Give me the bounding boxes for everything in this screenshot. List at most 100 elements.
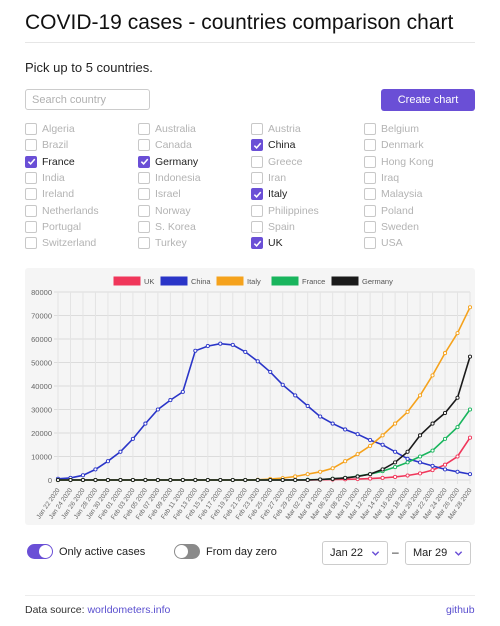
country-option-germany[interactable]: Germany — [138, 155, 198, 169]
data-point-china — [293, 393, 298, 398]
country-checkbox[interactable] — [251, 171, 263, 184]
create-chart-button[interactable]: Create chart — [381, 89, 475, 111]
data-point-china — [93, 467, 98, 472]
country-option-poland[interactable]: Poland — [364, 204, 414, 218]
country-checkbox[interactable] — [251, 237, 263, 250]
worldometers-link[interactable]: worldometers.info — [87, 604, 170, 616]
data-point-france — [405, 460, 410, 465]
country-option-uk[interactable]: UK — [251, 236, 283, 250]
country-checkbox[interactable] — [251, 220, 263, 233]
data-point-uk — [418, 471, 423, 476]
country-checkbox[interactable] — [138, 204, 150, 217]
country-checkbox[interactable] — [251, 123, 263, 135]
country-option-hong-kong[interactable]: Hong Kong — [364, 155, 434, 169]
country-checkbox[interactable] — [138, 237, 150, 250]
country-checkbox[interactable] — [25, 237, 37, 250]
country-checkbox[interactable] — [25, 155, 37, 168]
search-country-input[interactable] — [25, 89, 150, 110]
country-checkbox[interactable] — [138, 188, 150, 201]
legend-label: China — [191, 277, 211, 286]
country-checkbox[interactable] — [251, 204, 263, 217]
country-checkbox[interactable] — [138, 220, 150, 233]
data-point-italy — [393, 421, 398, 426]
country-option-france[interactable]: France — [25, 155, 75, 169]
country-option-belgium[interactable]: Belgium — [364, 122, 419, 136]
country-checkbox[interactable] — [364, 237, 376, 250]
active-cases-toggle[interactable]: Only active cases — [27, 544, 145, 559]
country-label: UK — [268, 237, 283, 250]
data-point-china — [168, 398, 173, 403]
data-point-uk — [380, 475, 385, 480]
country-option-ireland[interactable]: Ireland — [25, 187, 74, 201]
country-checkbox[interactable] — [138, 123, 150, 135]
country-option-malaysia[interactable]: Malaysia — [364, 187, 422, 201]
active-cases-switch[interactable] — [27, 544, 53, 559]
country-label: Switzerland — [42, 237, 97, 250]
country-checkbox[interactable] — [364, 139, 376, 152]
country-label: Israel — [155, 188, 181, 201]
country-checkbox[interactable] — [364, 123, 376, 135]
country-checkbox[interactable] — [25, 220, 37, 233]
country-checkbox-grid: Algeria Brazil France India Ireland Netherlan… — [25, 122, 475, 252]
country-checkbox[interactable] — [25, 123, 37, 135]
country-checkbox[interactable] — [138, 155, 150, 168]
country-option-s-korea[interactable]: S. Korea — [138, 220, 196, 234]
y-tick-label: 60000 — [31, 335, 52, 344]
country-checkbox[interactable] — [25, 188, 37, 201]
country-option-sweden[interactable]: Sweden — [364, 220, 419, 234]
country-option-switzerland[interactable]: Switzerland — [25, 236, 96, 250]
country-option-norway[interactable]: Norway — [138, 204, 191, 218]
country-option-iraq[interactable]: Iraq — [364, 171, 399, 185]
country-option-china[interactable]: China — [251, 138, 295, 152]
country-checkbox[interactable] — [25, 171, 37, 184]
country-option-usa[interactable]: USA — [364, 236, 403, 250]
country-checkbox[interactable] — [364, 220, 376, 233]
data-point-china — [105, 459, 110, 464]
country-checkbox[interactable] — [364, 188, 376, 201]
country-option-israel[interactable]: Israel — [138, 187, 181, 201]
country-checkbox[interactable] — [364, 171, 376, 184]
country-checkbox[interactable] — [251, 139, 263, 152]
country-checkbox[interactable] — [25, 204, 37, 217]
country-option-austria[interactable]: Austria — [251, 122, 301, 136]
country-option-italy[interactable]: Italy — [251, 187, 287, 201]
country-checkbox[interactable] — [251, 188, 263, 201]
data-point-china — [218, 341, 223, 346]
country-option-brazil[interactable]: Brazil — [25, 138, 68, 152]
country-option-canada[interactable]: Canada — [138, 138, 192, 152]
country-option-philippines[interactable]: Philippines — [251, 204, 319, 218]
data-point-germany — [355, 474, 360, 479]
github-link[interactable]: github — [446, 604, 475, 616]
country-checkbox[interactable] — [364, 155, 376, 168]
country-option-denmark[interactable]: Denmark — [364, 138, 424, 152]
country-option-india[interactable]: India — [25, 171, 65, 185]
day-zero-switch[interactable] — [174, 544, 200, 559]
country-option-portugal[interactable]: Portugal — [25, 220, 81, 234]
country-label: Greece — [268, 155, 303, 168]
country-option-spain[interactable]: Spain — [251, 220, 295, 234]
country-checkbox[interactable] — [138, 171, 150, 184]
data-point-germany — [418, 433, 423, 438]
country-option-iran[interactable]: Iran — [251, 171, 286, 185]
country-checkbox[interactable] — [364, 204, 376, 217]
end-date-select[interactable]: Mar 29 — [405, 541, 471, 565]
country-checkbox[interactable] — [138, 139, 150, 152]
day-zero-label: From day zero — [206, 545, 277, 558]
country-checkbox[interactable] — [251, 155, 263, 168]
country-option-australia[interactable]: Australia — [138, 122, 196, 136]
start-date-select[interactable]: Jan 22 — [322, 541, 388, 565]
country-option-greece[interactable]: Greece — [251, 155, 302, 169]
instructions-text: Pick up to 5 countries. — [25, 60, 153, 75]
series-line-italy — [58, 306, 471, 481]
country-option-turkey[interactable]: Turkey — [138, 236, 187, 250]
data-point-uk — [405, 473, 410, 478]
country-option-netherlands[interactable]: Netherlands — [25, 204, 99, 218]
data-point-china — [318, 414, 323, 419]
country-option-algeria[interactable]: Algeria — [25, 122, 75, 136]
country-label: Ireland — [42, 188, 75, 201]
day-zero-toggle[interactable]: From day zero — [174, 544, 277, 559]
country-checkbox[interactable] — [25, 139, 37, 152]
data-point-germany — [330, 476, 335, 481]
data-point-germany — [168, 477, 173, 483]
country-option-indonesia[interactable]: Indonesia — [138, 171, 201, 185]
